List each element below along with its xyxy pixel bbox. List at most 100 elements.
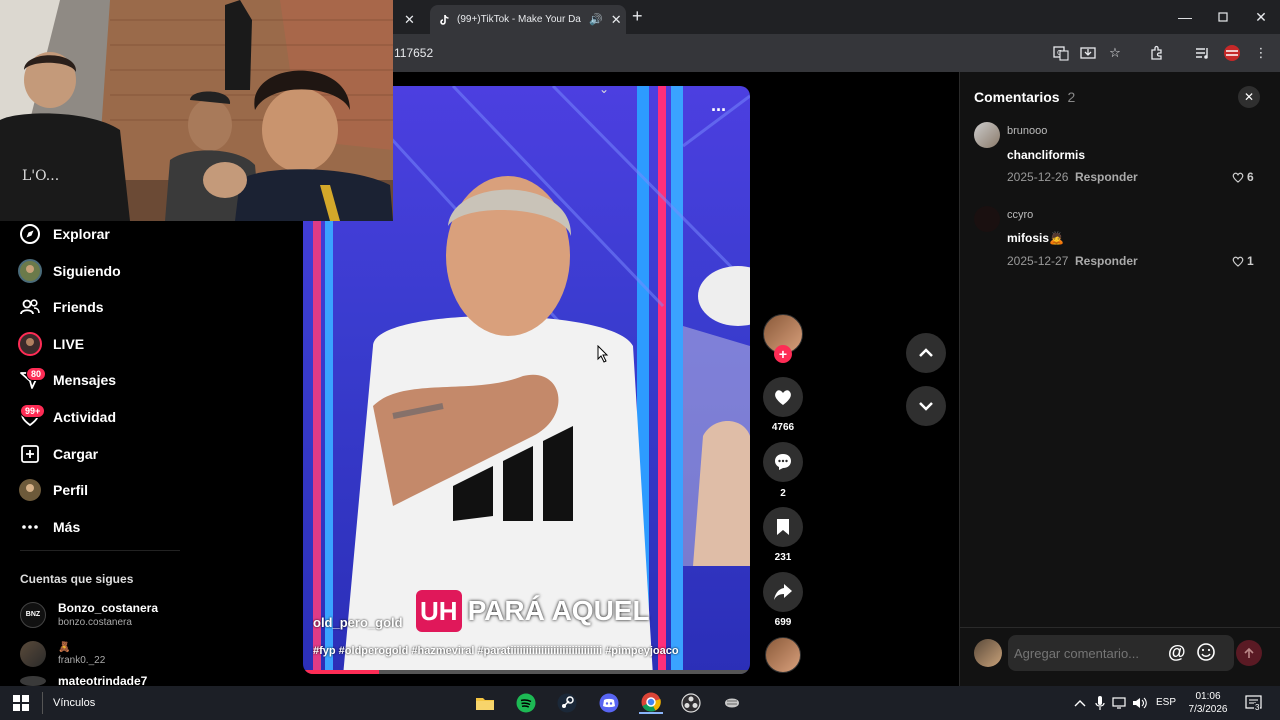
comment-input[interactable]	[1014, 641, 1168, 665]
sidebar-item-label: Actividad	[53, 409, 117, 425]
profile-avatar-icon[interactable]	[1223, 44, 1241, 62]
following-account[interactable]: BNZ Bonzo_costanera bonzo.costanera	[20, 601, 158, 628]
video-progress-track[interactable]	[303, 670, 750, 674]
following-account[interactable]: mateotrindade7	[20, 676, 147, 686]
media-control-icon[interactable]	[1193, 44, 1211, 62]
chrome-icon[interactable]	[639, 692, 663, 714]
address-bar[interactable]: 117652	[394, 46, 433, 60]
following-handle: bonzo.costanera	[58, 617, 132, 628]
previous-video-button[interactable]	[906, 333, 946, 373]
show-hidden-icons-icon[interactable]	[1069, 692, 1091, 714]
tab-tiktok[interactable]: (99+)TikTok - Make Your Da 🔊 ✕	[430, 5, 626, 34]
emoji-icon[interactable]	[1196, 642, 1216, 667]
volume-icon[interactable]	[1129, 692, 1151, 714]
comment-icon	[775, 454, 791, 470]
follow-plus-icon[interactable]: +	[774, 345, 792, 363]
bookmark-star-icon[interactable]: ☆	[1106, 44, 1124, 62]
comment-username[interactable]: ccyro	[1007, 209, 1033, 221]
sidebar-item-perfil[interactable]: Perfil	[18, 476, 88, 504]
following-avatar	[18, 259, 42, 283]
avatar	[20, 641, 46, 667]
heart-outline-icon	[1232, 256, 1244, 267]
comment-like-button[interactable]: 6	[1232, 170, 1254, 184]
send-comment-button[interactable]	[1236, 640, 1262, 666]
save-button[interactable]	[763, 507, 803, 547]
sidebar-item-label: Cargar	[53, 446, 99, 462]
chrome-menu-icon[interactable]: ⋮	[1252, 44, 1270, 62]
avatar[interactable]	[974, 206, 1000, 232]
upload-icon	[18, 442, 42, 466]
video-caption: UH PARÁ AQUEL	[416, 590, 656, 632]
discord-icon[interactable]	[598, 692, 620, 714]
sidebar-item-label: Siguiendo	[53, 263, 121, 279]
share-button[interactable]	[763, 572, 803, 612]
comments-panel: Comentarios 2 ✕ brunooo chancliformis 20…	[959, 72, 1280, 686]
steam-icon[interactable]	[556, 692, 578, 714]
obs-icon[interactable]	[680, 692, 702, 714]
sidebar-item-label: Mensajes	[53, 372, 117, 388]
following-name: Bonzo_costanera	[58, 601, 159, 615]
sidebar-item-mas[interactable]: Más	[18, 513, 80, 541]
like-button[interactable]	[763, 377, 803, 417]
close-comments-icon[interactable]: ✕	[1238, 86, 1260, 108]
chevron-up-icon	[919, 348, 933, 357]
more-icon	[18, 515, 42, 539]
comment-button[interactable]	[763, 442, 803, 482]
close-tab-icon[interactable]: ✕	[611, 12, 622, 28]
network-icon[interactable]	[1109, 692, 1131, 714]
sidebar-item-label: Más	[53, 519, 81, 535]
video-author[interactable]: old_pero_gold	[313, 615, 403, 630]
file-explorer-icon[interactable]	[474, 692, 496, 714]
tab-close-previous[interactable]: ✕	[396, 5, 426, 34]
taskbar-links-toolbar[interactable]: Vínculos	[53, 697, 95, 709]
sidebar-item-cargar[interactable]: Cargar	[18, 440, 98, 468]
clock-time: 01:06	[1195, 691, 1221, 702]
translate-icon[interactable]: G	[1052, 44, 1070, 62]
comment-like-button[interactable]: 1	[1232, 254, 1254, 268]
comment-date: 2025-12-27	[1007, 254, 1069, 268]
language-indicator[interactable]: ESP	[1156, 697, 1176, 708]
caption-text: PARÁ AQUEL	[467, 595, 650, 626]
comment-username[interactable]: brunooo	[1007, 125, 1047, 137]
new-tab-button[interactable]: +	[632, 6, 643, 27]
svg-text:L'O...: L'O...	[22, 168, 59, 184]
reply-button[interactable]: Responder	[1075, 254, 1138, 268]
reply-button[interactable]: Responder	[1075, 170, 1138, 184]
maximize-icon[interactable]	[1204, 0, 1242, 34]
sidebar-item-explorar[interactable]: Explorar	[18, 220, 110, 248]
install-app-icon[interactable]	[1079, 44, 1097, 62]
close-tab-icon[interactable]: ✕	[404, 12, 415, 28]
sidebar-item-siguiendo[interactable]: Siguiendo	[18, 257, 121, 285]
audio-icon[interactable]: 🔊	[589, 13, 603, 26]
spotify-icon[interactable]	[515, 692, 537, 714]
windows-start-icon[interactable]	[10, 692, 32, 714]
like-count: 4766	[771, 422, 795, 433]
comment-text: chancliformis	[1007, 148, 1086, 162]
sidebar-item-friends[interactable]: Friends	[18, 293, 104, 321]
minimize-icon[interactable]: —	[1166, 0, 1204, 34]
clock[interactable]: 01:06 7/3/2026	[1186, 690, 1230, 716]
webcam-overlay: L'O...	[0, 0, 393, 221]
close-icon[interactable]: ✕	[1242, 0, 1280, 34]
caption-highlight: UH	[416, 590, 462, 632]
sidebar-item-live[interactable]: LIVE	[18, 330, 84, 358]
comment-input-box[interactable]: @	[1008, 635, 1234, 671]
next-video-button[interactable]	[906, 386, 946, 426]
video-hashtags[interactable]: #fyp #oldperogold #hazmeviral #paratiiii…	[313, 645, 679, 657]
avatar[interactable]	[974, 122, 1000, 148]
following-name: 🧸	[58, 642, 105, 653]
comments-divider	[960, 627, 1280, 628]
mouse-cursor-icon	[597, 345, 609, 363]
clock-date: 7/3/2026	[1188, 704, 1228, 715]
extensions-icon[interactable]	[1148, 44, 1166, 62]
microphone-icon[interactable]	[1089, 692, 1111, 714]
sound-disc-avatar[interactable]	[765, 637, 801, 673]
sidebar-item-label: Perfil	[53, 482, 89, 498]
mention-icon[interactable]: @	[1168, 642, 1186, 663]
comment-like-count: 1	[1247, 254, 1254, 268]
app-shell-icon[interactable]	[721, 692, 743, 714]
video-options-button[interactable]: ···	[711, 100, 727, 121]
comment-text: mifosis🙇	[1007, 231, 1064, 245]
following-account[interactable]: 🧸 frank0._22	[20, 641, 105, 667]
tab-title: (99+)TikTok - Make Your Da	[457, 14, 581, 25]
